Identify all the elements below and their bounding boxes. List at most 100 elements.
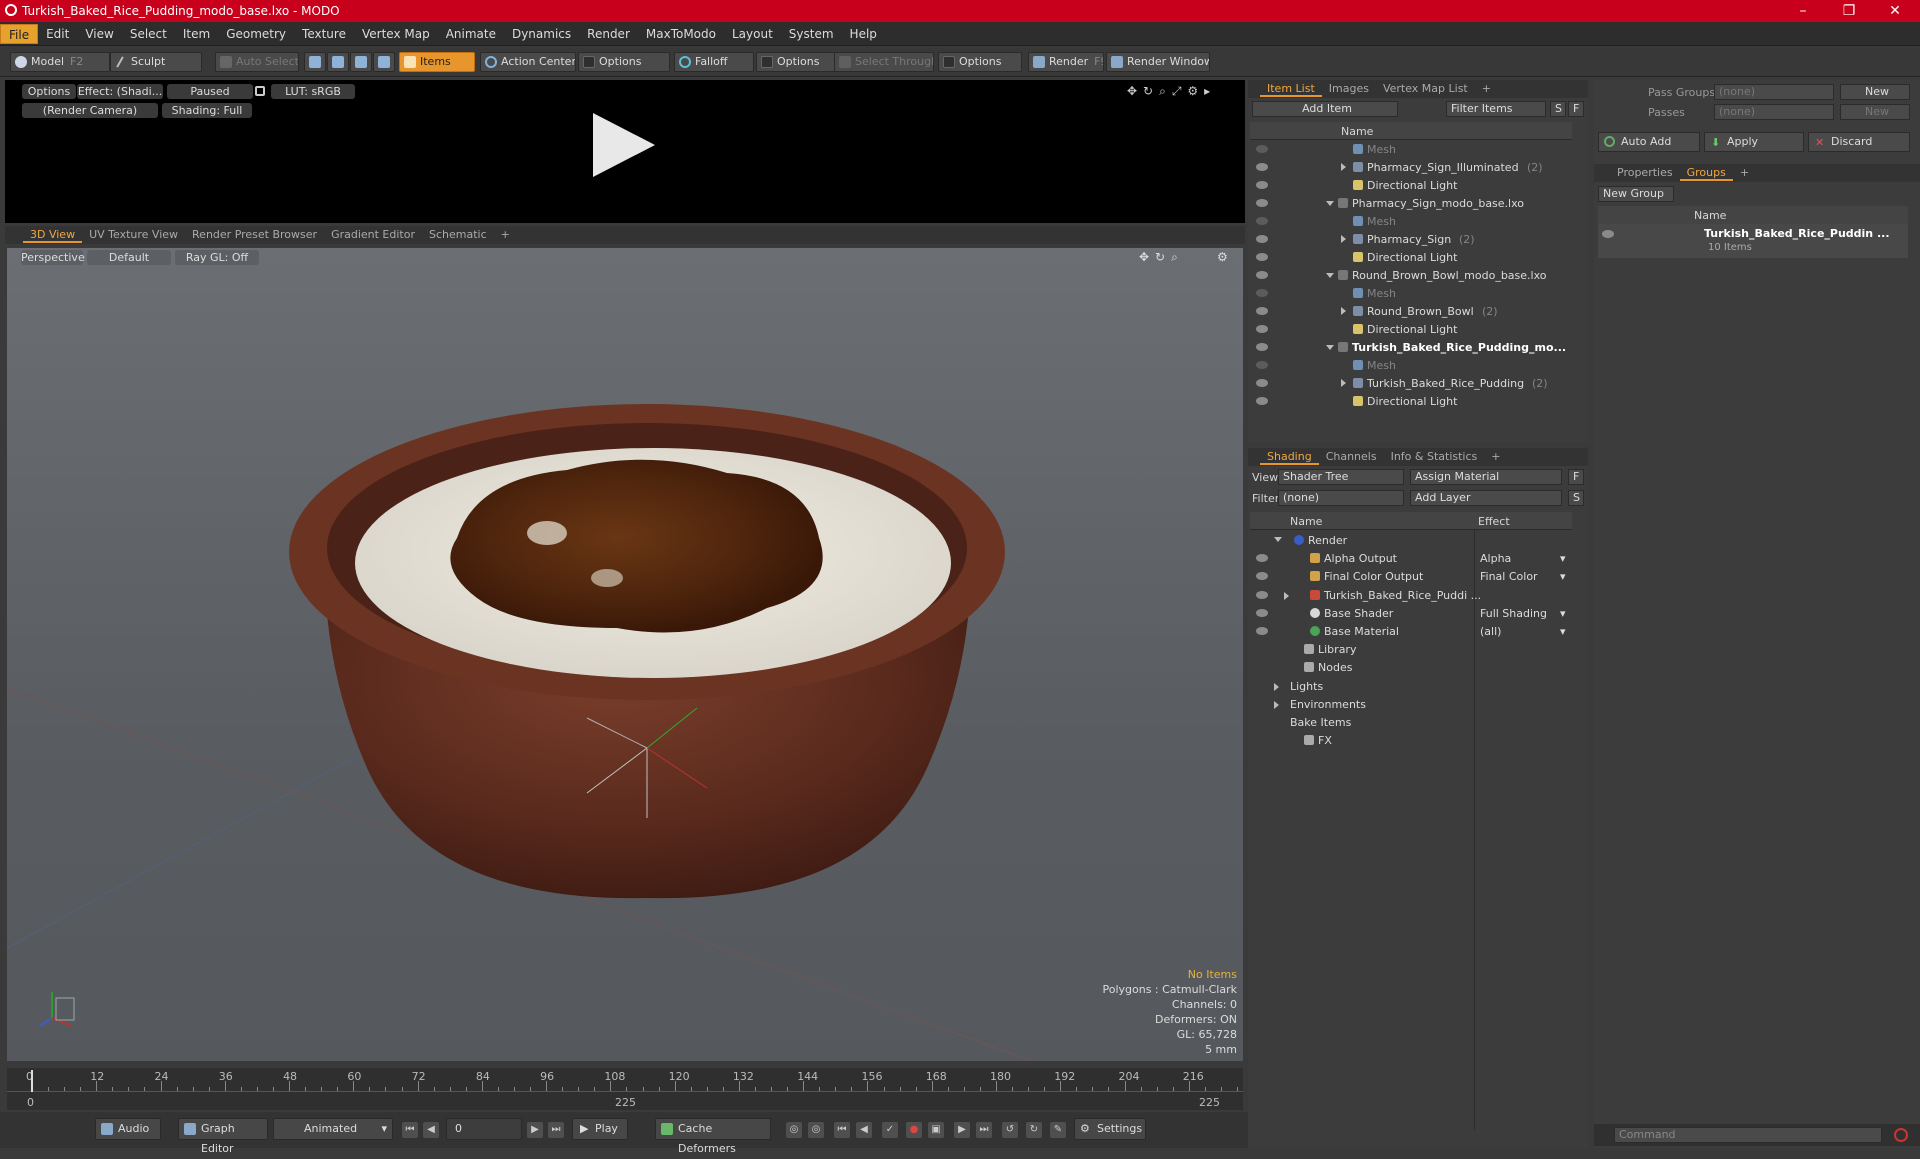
- menu-vertex-map[interactable]: Vertex Map: [354, 24, 438, 44]
- render-window-button[interactable]: Render Window: [1106, 52, 1210, 72]
- item-list-row[interactable]: Mesh: [1250, 356, 1572, 374]
- visibility-eye-icon[interactable]: [1256, 235, 1268, 243]
- passes-dropdown[interactable]: (none): [1714, 104, 1834, 120]
- add-item-dropdown[interactable]: Add Item: [1252, 101, 1398, 117]
- shader-tree-row[interactable]: Final Color Output Final Color ▾: [1250, 567, 1572, 585]
- key-button-4[interactable]: ▣: [928, 1122, 944, 1138]
- minimize-button[interactable]: –: [1780, 0, 1826, 22]
- visibility-eye-icon[interactable]: [1256, 379, 1268, 387]
- action-center-button[interactable]: Action Center: [480, 52, 576, 72]
- menu-texture[interactable]: Texture: [294, 24, 354, 44]
- shader-tree-row[interactable]: Nodes: [1250, 658, 1572, 676]
- menu-geometry[interactable]: Geometry: [218, 24, 294, 44]
- visibility-eye-icon[interactable]: [1256, 343, 1268, 351]
- preview-lut-dropdown[interactable]: LUT: sRGB: [271, 84, 355, 99]
- shader-effect-value[interactable]: (all): [1480, 625, 1501, 638]
- shader-tree-row[interactable]: Library: [1250, 640, 1572, 658]
- apply-button[interactable]: ⬇ Apply: [1704, 132, 1804, 152]
- viewport-settings-icon[interactable]: ⚙: [1217, 250, 1228, 264]
- visibility-eye-icon[interactable]: [1256, 271, 1268, 279]
- tab-shading[interactable]: Shading: [1260, 449, 1319, 465]
- select-through-button[interactable]: Select Through: [834, 52, 934, 72]
- menu-view[interactable]: View: [77, 24, 121, 44]
- materials-mode-button[interactable]: [373, 52, 395, 72]
- menu-render[interactable]: Render: [579, 24, 638, 44]
- add-layer-dropdown[interactable]: Add Layer: [1410, 490, 1562, 506]
- go-end-button[interactable]: ⏭: [548, 1122, 564, 1138]
- visibility-eye-icon[interactable]: [1256, 181, 1268, 189]
- visibility-eye-icon[interactable]: [1602, 230, 1614, 238]
- item-list-row[interactable]: Directional Light: [1250, 392, 1572, 410]
- tab-info-statistics[interactable]: Info & Statistics: [1384, 449, 1485, 465]
- preview-nav-icons[interactable]: ✥↻⌕⤢⚙▸: [1127, 84, 1216, 99]
- shading-f-button[interactable]: F: [1568, 469, 1584, 485]
- visibility-eye-icon[interactable]: [1256, 217, 1268, 225]
- visibility-eye-icon[interactable]: [1256, 307, 1268, 315]
- tab-properties[interactable]: Properties: [1610, 165, 1680, 181]
- preview-paused-button[interactable]: Paused: [167, 84, 253, 99]
- command-input[interactable]: Command: [1614, 1127, 1882, 1143]
- group-row[interactable]: Turkish_Baked_Rice_Puddin ... 10 Items: [1598, 224, 1908, 258]
- menu-file[interactable]: File: [0, 23, 39, 44]
- collapse-arrow-icon[interactable]: [1341, 235, 1346, 243]
- expand-arrow-icon[interactable]: [1326, 345, 1334, 350]
- timeline-playhead[interactable]: [31, 1070, 33, 1092]
- menu-select[interactable]: Select: [122, 24, 175, 44]
- lock-icon[interactable]: [255, 86, 265, 96]
- tab-add-shading[interactable]: +: [1484, 449, 1507, 465]
- filter-items-input[interactable]: Filter Items: [1446, 101, 1546, 117]
- shader-tree-row[interactable]: Environments: [1250, 695, 1572, 713]
- key-nav-button-2[interactable]: ◀: [856, 1122, 872, 1138]
- go-start-button[interactable]: ⏮: [402, 1122, 418, 1138]
- visibility-eye-icon[interactable]: [1256, 253, 1268, 261]
- shader-effect-value[interactable]: Full Shading: [1480, 607, 1547, 620]
- shader-tree-row[interactable]: Turkish_Baked_Rice_Puddi ...: [1250, 586, 1572, 604]
- visibility-eye-icon[interactable]: [1256, 325, 1268, 333]
- shader-tree-row[interactable]: FX: [1250, 731, 1572, 749]
- select-through-options-button[interactable]: Options: [938, 52, 1022, 72]
- tab-schematic[interactable]: Schematic: [422, 227, 494, 243]
- action-center-options-button[interactable]: Options: [578, 52, 670, 72]
- item-list-row[interactable]: Mesh: [1250, 284, 1572, 302]
- tab-images[interactable]: Images: [1322, 81, 1376, 97]
- tab-add-item-list[interactable]: +: [1475, 81, 1498, 97]
- auto-add-button[interactable]: Auto Add: [1598, 132, 1700, 152]
- filter-f-button[interactable]: F: [1568, 101, 1584, 117]
- menu-item[interactable]: Item: [175, 24, 218, 44]
- menu-animate[interactable]: Animate: [438, 24, 504, 44]
- item-list-row[interactable]: Round_Brown_Bowl_modo_base.lxo: [1250, 266, 1572, 284]
- expand-arrow-icon[interactable]: [1274, 537, 1282, 542]
- record-button[interactable]: ●: [906, 1122, 922, 1138]
- visibility-eye-icon[interactable]: [1256, 361, 1268, 369]
- item-list-row[interactable]: Turkish_Baked_Rice_Pudding_mo...: [1250, 338, 1572, 356]
- key-button-7[interactable]: ✎: [1050, 1122, 1066, 1138]
- passes-new-button[interactable]: New: [1840, 104, 1910, 120]
- assign-material-dropdown[interactable]: Assign Material: [1410, 469, 1562, 485]
- item-list-row[interactable]: Pharmacy_Sign_modo_base.lxo: [1250, 194, 1572, 212]
- effect-dropdown-arrow-icon[interactable]: ▾: [1560, 625, 1566, 638]
- shader-tree-row[interactable]: Base Material (all) ▾: [1250, 622, 1572, 640]
- item-list-row[interactable]: Directional Light: [1250, 248, 1572, 266]
- default-style-dropdown[interactable]: Default: [87, 250, 171, 265]
- preview-shading-dropdown[interactable]: Shading: Full: [162, 103, 252, 118]
- menu-maxtomodo[interactable]: MaxToModo: [638, 24, 724, 44]
- item-list-row[interactable]: Turkish_Baked_Rice_Pudding (2): [1250, 374, 1572, 392]
- key-button-6[interactable]: ↻: [1026, 1122, 1042, 1138]
- prev-frame-button[interactable]: ◀: [423, 1122, 439, 1138]
- 3d-viewport[interactable]: Perspective Default Ray GL: Off ✥↻⌕ ⚙ No…: [7, 248, 1243, 1061]
- visibility-eye-icon[interactable]: [1256, 590, 1268, 599]
- sculpt-mode-button[interactable]: Sculpt: [110, 52, 202, 72]
- key-nav-button-4[interactable]: ⏭: [976, 1122, 992, 1138]
- shader-effect-value[interactable]: Alpha: [1480, 552, 1511, 565]
- render-button[interactable]: Render F9: [1028, 52, 1104, 72]
- discard-button[interactable]: ✕ Discard: [1808, 132, 1910, 152]
- visibility-eye-icon[interactable]: [1256, 163, 1268, 171]
- item-list-row[interactable]: Mesh: [1250, 212, 1572, 230]
- next-frame-button[interactable]: ▶: [527, 1122, 543, 1138]
- play-icon[interactable]: [593, 113, 655, 177]
- menu-help[interactable]: Help: [842, 24, 885, 44]
- items-mode-button[interactable]: Items: [399, 52, 475, 72]
- graph-editor-button[interactable]: Graph Editor: [178, 1118, 268, 1155]
- key-nav-button-3[interactable]: ▶: [954, 1122, 970, 1138]
- maximize-button[interactable]: ❐: [1826, 0, 1872, 22]
